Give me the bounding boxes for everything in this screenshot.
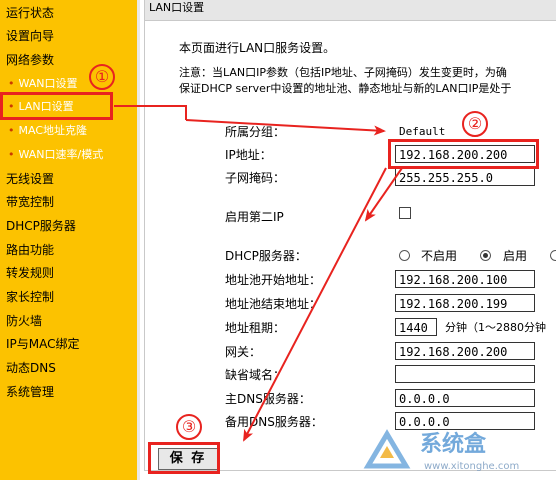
- sidebar: 运行状态 设置向导 网络参数 • WAN口设置 • LAN口设置 • MAC地址克隆 …: [0, 0, 137, 480]
- note-line-1: 注意：当LAN口IP参数（包括IP地址、子网掩码）发生变更时，为确: [179, 66, 507, 79]
- primary-dns-input[interactable]: 0.0.0.0: [395, 389, 535, 407]
- sidebar-item-wan[interactable]: • WAN口设置: [8, 76, 78, 92]
- domain-input[interactable]: [395, 365, 535, 383]
- dhcp-auto-radio[interactable]: [550, 250, 556, 261]
- sidebar-item-wireless[interactable]: 无线设置: [6, 171, 54, 187]
- sidebar-item-label: MAC地址克隆: [18, 124, 88, 137]
- save-highlight-box: [148, 442, 220, 474]
- lease-unit: 分钟（1～2880分钟: [445, 321, 546, 334]
- ip-label: IP地址：: [225, 148, 272, 162]
- intro-text: 本页面进行LAN口服务设置。: [179, 41, 336, 55]
- pool-end-label: 地址池结束地址：: [225, 297, 322, 311]
- panel-header: LAN口设置: [145, 0, 556, 21]
- second-ip-checkbox[interactable]: [399, 207, 411, 219]
- step-three-marker: ③: [176, 414, 202, 440]
- step-two-marker: ②: [462, 111, 488, 137]
- ip-highlight-box: [388, 139, 539, 169]
- lan-highlight-box: [0, 92, 113, 120]
- group-value: Default: [399, 125, 446, 138]
- gateway-label: 网关：: [225, 345, 262, 359]
- dns1-label: 主DNS服务器：: [225, 392, 311, 406]
- lease-label: 地址租期：: [225, 321, 286, 335]
- sidebar-item-label: WAN口设置: [18, 77, 78, 90]
- pool-end-input[interactable]: 192.168.200.199: [395, 294, 535, 312]
- domain-label: 缺省域名：: [225, 368, 286, 382]
- bullet-icon: •: [8, 77, 15, 90]
- sidebar-item-routing[interactable]: 路由功能: [6, 242, 54, 258]
- sidebar-item-bandwidth[interactable]: 带宽控制: [6, 194, 54, 210]
- sidebar-item-forwarding[interactable]: 转发规则: [6, 265, 54, 281]
- sidebar-item-firewall[interactable]: 防火墙: [6, 313, 42, 329]
- sidebar-item-wan-speed[interactable]: • WAN口速率/模式: [8, 147, 103, 163]
- sidebar-item-status[interactable]: 运行状态: [6, 5, 54, 21]
- sidebar-item-system[interactable]: 系统管理: [6, 384, 54, 400]
- sidebar-item-network[interactable]: 网络参数: [6, 52, 54, 68]
- bullet-icon: •: [8, 124, 15, 137]
- lan-settings-panel: LAN口设置 本页面进行LAN口服务设置。 注意：当LAN口IP参数（包括IP地…: [144, 0, 556, 471]
- dhcp-off-label: 不启用: [421, 249, 458, 263]
- sidebar-item-parental[interactable]: 家长控制: [6, 289, 54, 305]
- pool-start-label: 地址池开始地址：: [225, 273, 322, 287]
- second-ip-label: 启用第二IP: [225, 210, 284, 224]
- dhcp-on-label: 启用: [503, 249, 528, 263]
- lease-time-input[interactable]: 1440: [395, 318, 437, 336]
- note-line-2: 保证DHCP server中设置的地址池、静态地址与新的LAN口IP是处于: [179, 82, 512, 95]
- bullet-icon: •: [8, 148, 15, 161]
- dns2-label: 备用DNS服务器：: [225, 415, 323, 429]
- dhcp-off-radio[interactable]: [399, 250, 410, 261]
- secondary-dns-input[interactable]: 0.0.0.0: [395, 412, 535, 430]
- sidebar-item-mac-clone[interactable]: • MAC地址克隆: [8, 123, 87, 139]
- page-title: LAN口设置: [149, 1, 205, 14]
- sidebar-item-ddns[interactable]: 动态DNS: [6, 360, 56, 376]
- sidebar-item-label: WAN口速率/模式: [18, 148, 104, 161]
- subnet-mask-input[interactable]: 255.255.255.0: [395, 168, 535, 186]
- dhcp-label: DHCP服务器：: [225, 249, 307, 263]
- group-label: 所属分组：: [225, 125, 286, 139]
- sidebar-item-dhcp[interactable]: DHCP服务器: [6, 218, 76, 234]
- pool-start-input[interactable]: 192.168.200.100: [395, 270, 535, 288]
- sidebar-item-wizard[interactable]: 设置向导: [6, 28, 54, 44]
- gateway-input[interactable]: 192.168.200.200: [395, 342, 535, 360]
- dhcp-on-radio[interactable]: [480, 250, 491, 261]
- sidebar-item-ip-mac[interactable]: IP与MAC绑定: [6, 336, 80, 352]
- mask-label: 子网掩码：: [225, 171, 286, 185]
- step-one-marker: ①: [89, 64, 115, 90]
- main-content: LAN口设置 本页面进行LAN口服务设置。 注意：当LAN口IP参数（包括IP地…: [140, 0, 556, 480]
